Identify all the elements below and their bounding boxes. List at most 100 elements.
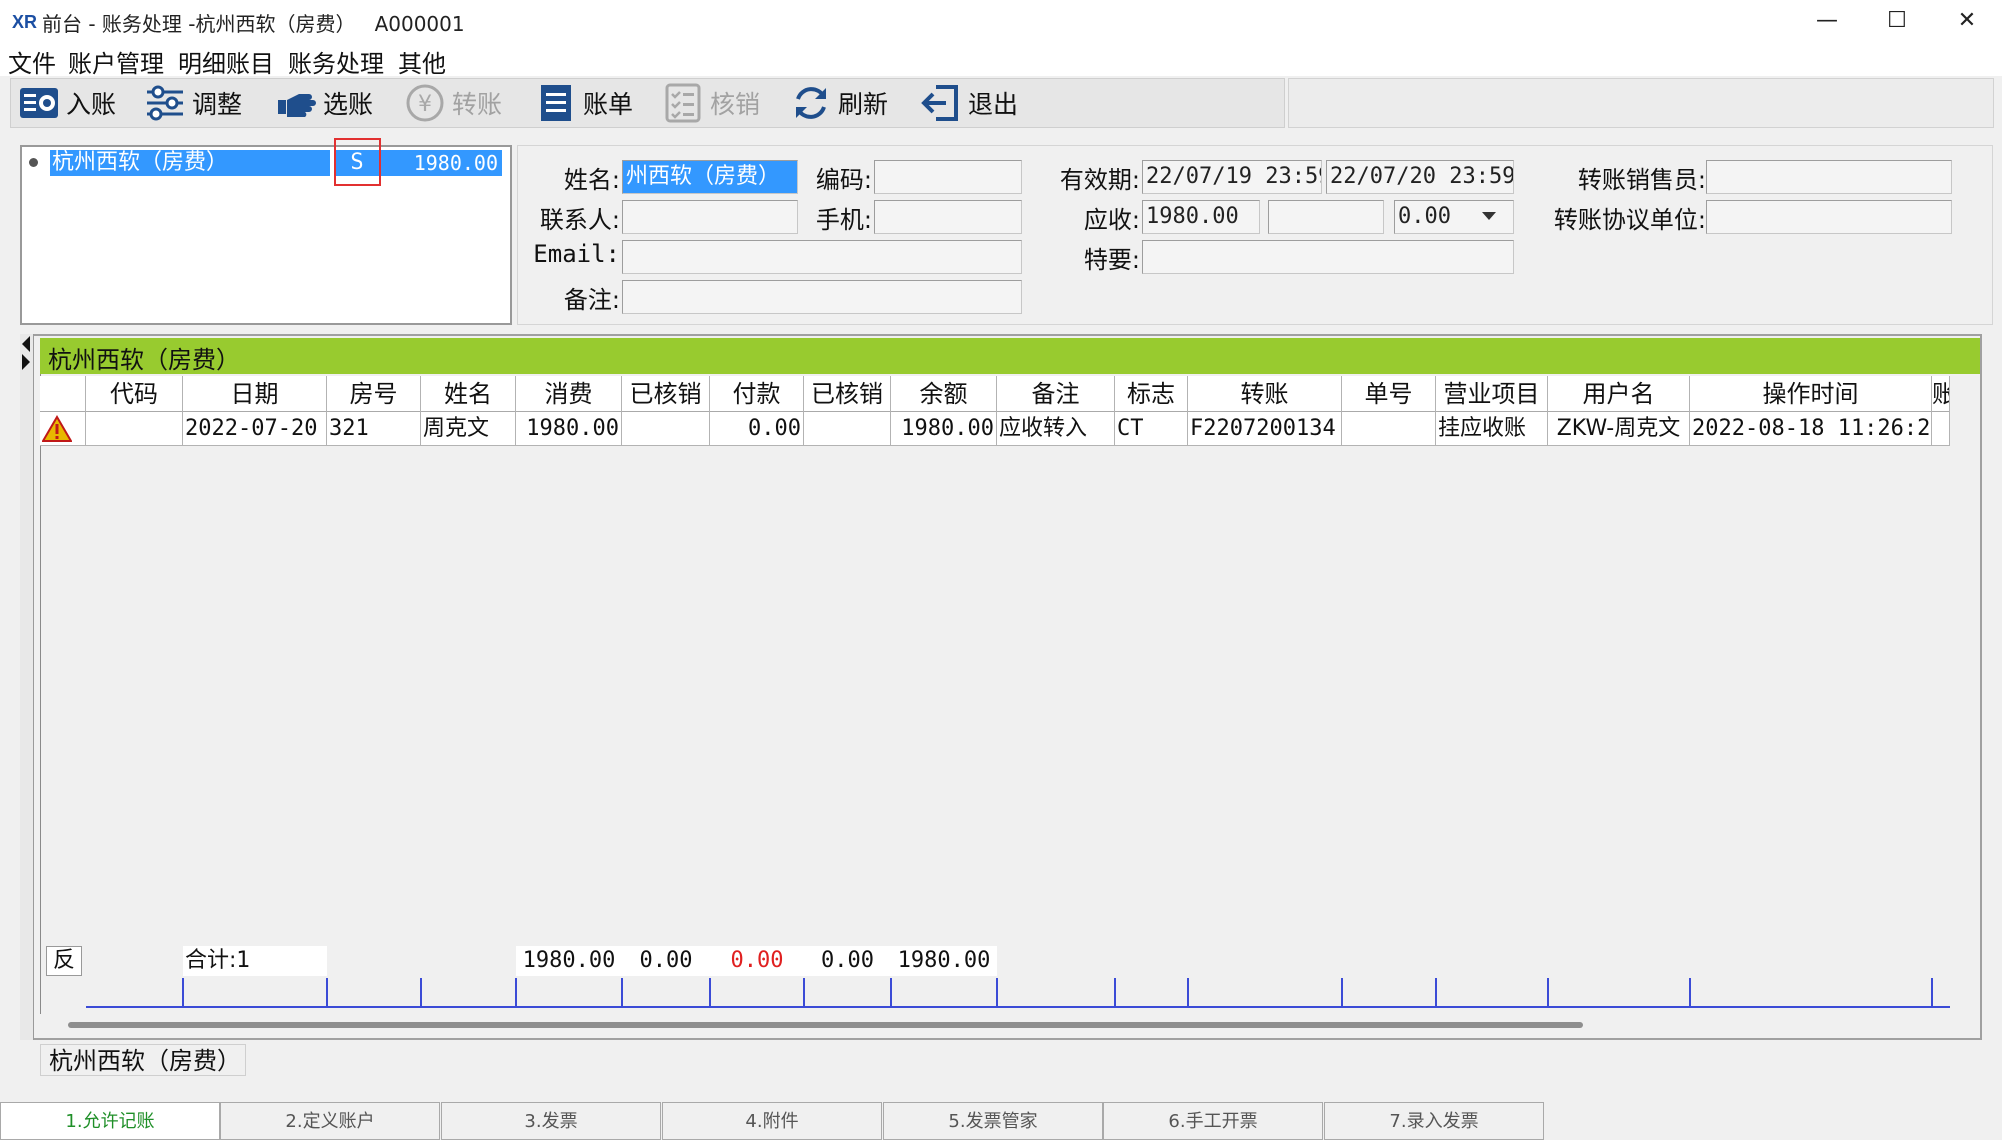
cell-payment-verified[interactable] (804, 412, 891, 446)
remark-field[interactable] (622, 280, 1022, 314)
refresh-button[interactable]: 刷新 (790, 80, 888, 126)
transfer-button[interactable]: ¥ 转账 (404, 80, 502, 126)
receivable-field[interactable]: 1980.00 (1142, 200, 1260, 234)
column-header-consume-verified[interactable]: 已核销 (622, 376, 710, 412)
total-consume-verified: 0.00 (622, 946, 710, 976)
contact-field[interactable] (622, 200, 798, 234)
column-header-payment[interactable]: 付款 (710, 376, 804, 412)
transfer-label: 转账 (452, 90, 503, 119)
special-field[interactable] (1142, 240, 1514, 274)
cell-room[interactable]: 321 (327, 412, 421, 446)
filter-divider (996, 978, 998, 1008)
exit-label: 退出 (968, 90, 1019, 119)
filter-divider (1435, 978, 1437, 1008)
transfer-sales-field[interactable] (1706, 160, 1952, 194)
column-header-account[interactable]: 账 (1932, 376, 1950, 412)
tab-define-account[interactable]: 2.定义账户 (220, 1102, 440, 1140)
ledger-grid[interactable] (40, 374, 1950, 1014)
cell-account[interactable] (1932, 412, 1950, 446)
tab-invoice-manager[interactable]: 5.发票管家 (883, 1102, 1103, 1140)
exit-icon (921, 85, 958, 121)
valid-from-field[interactable]: 22/07/19 23:59 (1142, 160, 1322, 194)
tab-manual-invoice[interactable]: 6.手工开票 (1103, 1102, 1323, 1140)
column-header-username[interactable]: 用户名 (1548, 376, 1690, 412)
cell-payment[interactable]: 0.00 (710, 412, 804, 446)
row-status-cell[interactable] (40, 412, 86, 446)
column-header-code[interactable]: 代码 (86, 376, 183, 412)
column-header-payment-verified[interactable]: 已核销 (804, 376, 891, 412)
cell-remark[interactable]: 应收转入 (997, 412, 1115, 446)
menu-file[interactable]: 文件 (8, 44, 56, 79)
cell-name[interactable]: 周克文 (421, 412, 516, 446)
cell-consume-verified[interactable] (622, 412, 710, 446)
total-balance: 1980.00 (891, 946, 997, 976)
cell-code[interactable] (86, 412, 183, 446)
column-header-doc-no[interactable]: 单号 (1342, 376, 1436, 412)
menu-detail-items[interactable]: 明细账目 (178, 44, 274, 79)
reverse-button[interactable]: 反 (46, 946, 82, 976)
filter-divider (1187, 978, 1189, 1008)
hand-pick-icon (278, 94, 316, 117)
transfer-agreement-label: 转账协议单位: (1553, 206, 1706, 234)
column-header-consume[interactable]: 消费 (516, 376, 622, 412)
cell-doc-no[interactable] (1342, 412, 1436, 446)
cell-date[interactable]: 2022-07-20 (183, 412, 327, 446)
horizontal-scrollbar[interactable] (68, 1022, 1583, 1028)
post-entry-button[interactable]: 入账 (18, 80, 116, 126)
cell-business-item[interactable]: 挂应收账 (1436, 412, 1548, 446)
tab-allow-posting[interactable]: 1.允许记账 (0, 1102, 220, 1140)
select-account-button[interactable]: 选账 (275, 80, 373, 126)
menu-accounting[interactable]: 账务处理 (288, 44, 384, 79)
column-header-name[interactable]: 姓名 (421, 376, 516, 412)
account-item-name[interactable]: 杭州西软（房费） (50, 150, 330, 176)
transfer-agreement-field[interactable] (1706, 200, 1952, 234)
column-header-date[interactable]: 日期 (183, 376, 327, 412)
adjust-button[interactable]: 调整 (144, 80, 242, 126)
column-header-balance[interactable]: 余额 (891, 376, 997, 412)
cell-op-time[interactable]: 2022-08-18 11:26:24 (1690, 412, 1932, 446)
cell-flag[interactable]: CT (1115, 412, 1188, 446)
refresh-icon (796, 87, 826, 119)
filter-row[interactable] (86, 978, 1950, 1008)
maximize-button[interactable]: ☐ (1862, 0, 1932, 42)
mobile-field[interactable] (874, 200, 1022, 234)
menu-other[interactable]: 其他 (398, 44, 446, 79)
close-button[interactable]: ✕ (1932, 0, 2002, 42)
name-field[interactable]: 州西软（房费） (622, 160, 798, 194)
mobile-label: 手机: (815, 206, 872, 234)
code-field[interactable] (874, 160, 1022, 194)
column-header-flag[interactable]: 标志 (1115, 376, 1188, 412)
cell-balance[interactable]: 1980.00 (891, 412, 997, 446)
column-header-transfer[interactable]: 转账 (1188, 376, 1342, 412)
chevron-down-icon[interactable] (1482, 212, 1496, 220)
bill-button[interactable]: 账单 (535, 80, 633, 126)
valid-to-field[interactable]: 22/07/20 23:59 (1326, 160, 1514, 194)
cell-consume[interactable]: 1980.00 (516, 412, 622, 446)
receivable-extra-field[interactable] (1268, 200, 1384, 234)
cell-transfer[interactable]: F2207200134 (1188, 412, 1342, 446)
email-label: Email: (533, 240, 620, 268)
filter-divider (1341, 978, 1343, 1008)
splitter-strip[interactable] (20, 334, 34, 1040)
verify-button[interactable]: 核销 (662, 80, 760, 126)
column-header-business-item[interactable]: 营业项目 (1436, 376, 1548, 412)
tab-enter-invoice[interactable]: 7.录入发票 (1324, 1102, 1544, 1140)
expand-right-icon[interactable] (22, 354, 30, 370)
collapse-left-icon[interactable] (22, 336, 30, 352)
exit-button[interactable]: 退出 (920, 80, 1018, 126)
column-header-op-time[interactable]: 操作时间 (1690, 376, 1932, 412)
toolbar-empty-area (1288, 78, 1994, 128)
email-field[interactable] (622, 240, 1022, 274)
post-entry-icon (20, 88, 58, 118)
column-header-room[interactable]: 房号 (327, 376, 421, 412)
column-header-indicator (40, 376, 86, 412)
minimize-button[interactable]: — (1792, 0, 1862, 42)
receivable-select[interactable]: 0.00 (1394, 200, 1514, 234)
cell-username[interactable]: ZKW-周克文 (1548, 412, 1690, 446)
account-item-amount[interactable]: 1980.00 (380, 150, 502, 176)
tab-invoice[interactable]: 3.发票 (441, 1102, 661, 1140)
column-header-remark[interactable]: 备注 (997, 376, 1115, 412)
menu-account-management[interactable]: 账户管理 (68, 44, 164, 79)
tab-attachment[interactable]: 4.附件 (662, 1102, 882, 1140)
app-logo-icon: XR (12, 9, 38, 33)
